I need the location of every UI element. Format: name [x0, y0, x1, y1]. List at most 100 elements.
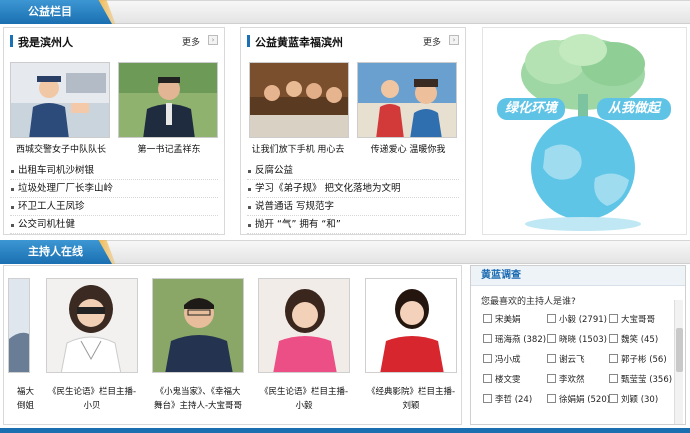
checkbox[interactable]	[483, 354, 492, 363]
more-link[interactable]: 更多	[182, 35, 200, 48]
list-item[interactable]: 垃圾处理厂厂长李山岭	[10, 180, 218, 198]
option-label: 甄莹莹 (356)	[621, 375, 673, 385]
thumbnail-police-officer[interactable]	[10, 62, 110, 138]
panel-title: 我是滨州人	[18, 36, 73, 49]
host-card-dabao[interactable]	[152, 278, 244, 373]
host-caption-line2: 舞台》主持人-大宝哥哥	[153, 401, 243, 411]
checkbox[interactable]	[609, 394, 618, 403]
title-mark	[247, 35, 250, 47]
host-card-xiaobei[interactable]	[46, 278, 138, 373]
charity-section-tab[interactable]: 公益栏目	[0, 0, 112, 24]
option-label: 小毅 (2791)	[559, 315, 607, 325]
host-caption-xiaobei[interactable]: 《民生论语》栏目主播- 小贝	[41, 385, 143, 413]
list-item[interactable]: 抛开 “气” 拥有 “和”	[247, 216, 459, 234]
option-label: 郭子彬 (56)	[621, 355, 667, 365]
caption-party-secretary[interactable]: 第一书记孟祥东	[114, 142, 224, 155]
survey-option[interactable]: 徐娟娟 (520)	[547, 394, 610, 406]
option-label: 谢云飞	[559, 355, 585, 365]
checkbox[interactable]	[483, 394, 492, 403]
survey-option[interactable]: 冯小成	[483, 354, 521, 366]
host-caption-dabao[interactable]: 《小鬼当家》、《幸福大 舞台》主持人-大宝哥哥	[147, 385, 249, 413]
option-label: 瑶海燕 (382)	[495, 335, 547, 345]
checkbox[interactable]	[483, 334, 492, 343]
host-caption-line1: 《民生论语》栏目主播-	[47, 387, 137, 397]
volunteer-child-photo	[358, 63, 456, 137]
green-environment-poster[interactable]: 绿化环境 从我做起	[482, 27, 687, 235]
checkbox[interactable]	[483, 374, 492, 383]
checkbox[interactable]	[609, 374, 618, 383]
panel-title: 公益黄蓝幸福滨州	[255, 36, 343, 49]
checkbox[interactable]	[609, 314, 618, 323]
checkbox[interactable]	[547, 394, 556, 403]
caption-police-officer[interactable]: 西城交警女子中队队长	[6, 142, 116, 155]
checkbox[interactable]	[483, 314, 492, 323]
survey-question: 您最喜欢的主持人是谁?	[481, 297, 576, 307]
option-label: 宋美娟	[495, 315, 521, 325]
more-link[interactable]: 更多	[423, 35, 441, 48]
survey-option[interactable]: 大宝哥哥	[609, 314, 655, 326]
host-card-partial[interactable]	[8, 278, 30, 373]
host-card-liuying[interactable]	[365, 278, 457, 373]
survey-option[interactable]: 刘颖 (30)	[609, 394, 658, 406]
survey-option[interactable]: 李哲 (24)	[483, 394, 532, 406]
thumbnail-party-secretary[interactable]	[118, 62, 218, 138]
survey-option[interactable]: 小毅 (2791)	[547, 314, 607, 326]
survey-title: 黄蓝调查	[471, 266, 685, 286]
list-item[interactable]: 出租车司机沙树银	[10, 162, 218, 180]
poster-slogan-left: 绿化环境	[497, 98, 565, 120]
thumbnail-pass-on-love[interactable]	[357, 62, 457, 138]
survey-option[interactable]: 楼文雯	[483, 374, 521, 386]
list-item[interactable]: 公交司机杜健	[10, 216, 218, 234]
list-item[interactable]: 环卫工人王凤珍	[10, 198, 218, 216]
list-item[interactable]: 学习《弟子规》 把文化落地为文明	[247, 180, 459, 198]
party-secretary-photo	[119, 63, 217, 137]
option-label: 冯小成	[495, 355, 521, 365]
survey-option[interactable]: 宋美娟	[483, 314, 521, 326]
survey-option[interactable]: 瑶海燕 (382)	[483, 334, 546, 346]
checkbox[interactable]	[609, 354, 618, 363]
host-photo-xiaoyi	[259, 279, 349, 372]
arrow-right-icon[interactable]: ›	[449, 35, 459, 45]
host-caption-line2: 小贝	[83, 401, 101, 411]
survey-option[interactable]: 郭子彬 (56)	[609, 354, 667, 366]
survey-scrollbar[interactable]	[674, 300, 683, 424]
checkbox[interactable]	[547, 314, 556, 323]
host-photo-partial	[9, 279, 29, 372]
survey-option[interactable]: 魏笑 (45)	[609, 334, 658, 346]
panel-header: 公益黄蓝幸福滨州 更多 ›	[247, 34, 459, 49]
thumbnail-put-down-phone[interactable]	[249, 62, 349, 138]
host-caption-line2: 倒姐	[16, 401, 34, 411]
charity-section-bar: 公益栏目	[0, 0, 690, 24]
host-caption-liuying[interactable]: 《经典影院》栏目主播- 刘颖	[360, 385, 462, 413]
survey-option[interactable]: 甄莹莹 (356)	[609, 374, 672, 386]
caption-pass-on-love[interactable]: 传递爱心 温暖你我	[353, 142, 463, 155]
survey-option[interactable]: 李欢然	[547, 374, 585, 386]
host-caption-line1: 《经典影院》栏目主播-	[366, 387, 456, 397]
list-item[interactable]: 反腐公益	[247, 162, 459, 180]
checkbox[interactable]	[547, 334, 556, 343]
hosts-section-tab[interactable]: 主持人在线	[0, 240, 112, 264]
option-label: 晓晓 (1503)	[559, 335, 607, 345]
news-list: 出租车司机沙树银 垃圾处理厂厂长李山岭 环卫工人王凤珍 公交司机杜健	[10, 162, 218, 234]
option-label: 徐娟娟 (520)	[559, 395, 611, 405]
host-caption-partial[interactable]: 福大 倒姐	[0, 385, 36, 413]
host-caption-xiaoyi[interactable]: 《民生论语》栏目主播- 小毅	[253, 385, 355, 413]
list-item[interactable]: 说普通话 写规范字	[247, 198, 459, 216]
host-caption-line2: 刘颖	[402, 401, 420, 411]
survey-option[interactable]: 晓晓 (1503)	[547, 334, 607, 346]
panel-header: 我是滨州人 更多 ›	[10, 34, 218, 49]
panel-charity-happy-binzhou: 公益黄蓝幸福滨州 更多 › 让我们放下手机 用心去 传递爱心 温暖你我 反腐公益…	[240, 27, 466, 235]
scroll-thumb[interactable]	[676, 328, 683, 372]
checkbox[interactable]	[547, 374, 556, 383]
host-caption-line1: 《民生论语》栏目主播-	[259, 387, 349, 397]
checkbox[interactable]	[547, 354, 556, 363]
checkbox[interactable]	[609, 334, 618, 343]
host-caption-line1: 《小鬼当家》、《幸福大	[155, 387, 241, 397]
arrow-right-icon[interactable]: ›	[208, 35, 218, 45]
host-card-xiaoyi[interactable]	[258, 278, 350, 373]
news-list: 反腐公益 学习《弟子规》 把文化落地为文明 说普通话 写规范字 抛开 “气” 拥…	[247, 162, 459, 234]
survey-option[interactable]: 谢云飞	[547, 354, 585, 366]
caption-put-down-phone[interactable]: 让我们放下手机 用心去	[243, 142, 353, 155]
option-label: 刘颖 (30)	[621, 395, 659, 405]
host-caption-line2: 小毅	[295, 401, 313, 411]
